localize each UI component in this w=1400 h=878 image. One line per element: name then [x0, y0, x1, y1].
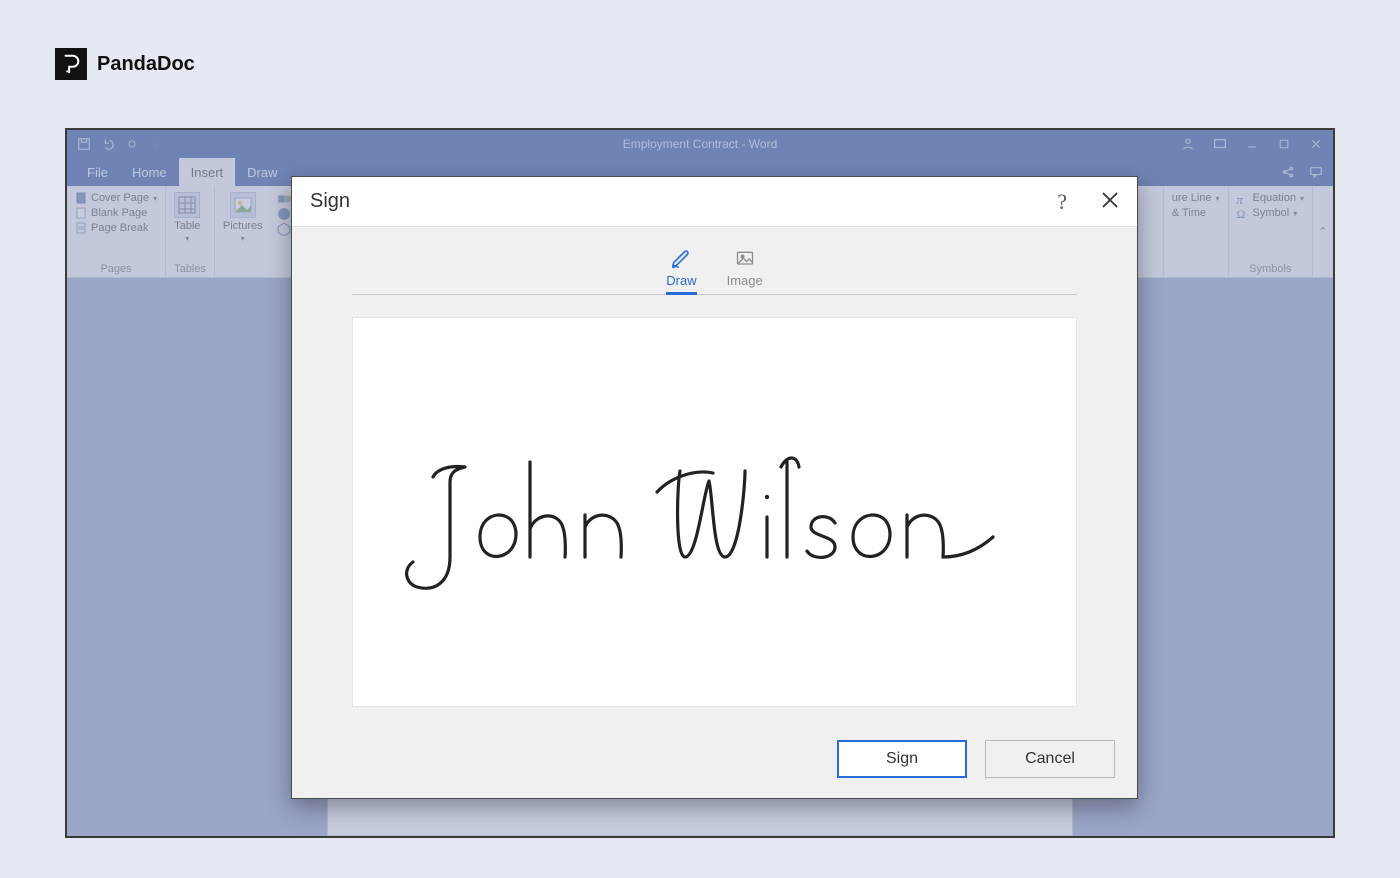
close-icon[interactable]: [1101, 191, 1119, 213]
minimize-icon[interactable]: [1245, 137, 1259, 151]
symbols-group-label: Symbols: [1237, 261, 1304, 275]
pi-icon: π: [1237, 192, 1249, 204]
dialog-footer: Sign Cancel: [292, 722, 1137, 798]
tab-image[interactable]: Image: [727, 249, 763, 294]
page-break-icon: [75, 222, 87, 234]
signature-canvas[interactable]: [352, 317, 1077, 707]
tab-draw-label: Draw: [666, 273, 696, 288]
cover-page-label: Cover Page: [91, 192, 149, 204]
close-window-icon[interactable]: [1309, 137, 1323, 151]
help-icon[interactable]: ?: [1057, 191, 1067, 213]
cover-page-icon: [75, 192, 87, 204]
signature-line-button[interactable]: ure Line ▾: [1172, 192, 1220, 204]
icons-icon[interactable]: [277, 207, 289, 219]
shapes-icon[interactable]: [277, 192, 289, 204]
table-button[interactable]: Table ▾: [174, 190, 200, 243]
tables-group-label: Tables: [174, 261, 206, 275]
pandadoc-logo-text: PandaDoc: [97, 53, 195, 76]
dialog-titlebar: Sign ?: [292, 177, 1137, 227]
pictures-icon: [230, 192, 256, 218]
ribbon-group-pages: Cover Page▾ Blank Page Page Break Pages: [67, 186, 166, 277]
blank-page-icon: [75, 207, 87, 219]
pictures-label: Pictures: [223, 220, 263, 232]
image-icon: [734, 249, 756, 269]
signature-mode-tabs: Draw Image: [352, 249, 1077, 295]
tab-draw[interactable]: Draw: [235, 158, 289, 186]
ribbon-group-symbols: πEquation ▾ ΩSymbol ▾ Symbols: [1229, 186, 1313, 277]
pandadoc-logo-icon: [55, 48, 87, 80]
models-icon[interactable]: [277, 222, 289, 234]
pages-group-label: Pages: [75, 261, 157, 275]
tab-home[interactable]: Home: [120, 158, 179, 186]
pen-icon: [670, 249, 692, 269]
qat-customize-icon[interactable]: ▾: [149, 137, 163, 151]
equation-button[interactable]: πEquation ▾: [1237, 192, 1304, 204]
symbol-label: Symbol: [1253, 207, 1290, 219]
equation-label: Equation: [1253, 192, 1296, 204]
document-title: Employment Contract - Word: [623, 137, 778, 151]
redo-icon[interactable]: [125, 137, 139, 151]
collapse-ribbon-icon[interactable]: ⌃: [1313, 186, 1333, 277]
tab-insert[interactable]: Insert: [179, 158, 236, 186]
page-break-button[interactable]: Page Break: [75, 222, 157, 234]
table-icon: [174, 192, 200, 218]
ribbon-group-illustrations: Pictures ▾: [215, 186, 298, 277]
undo-icon[interactable]: [101, 137, 115, 151]
share-icon[interactable]: [1281, 165, 1295, 179]
ribbon-group-text-partial: ure Line ▾ & Time: [1164, 186, 1229, 277]
date-time-button[interactable]: & Time: [1172, 207, 1220, 219]
pictures-button[interactable]: Pictures ▾: [223, 190, 263, 243]
sign-dialog: Sign ? Draw: [291, 176, 1138, 799]
account-icon[interactable]: [1181, 137, 1195, 151]
maximize-icon[interactable]: [1277, 137, 1291, 151]
ribbon-group-tables: Table ▾ Tables: [166, 186, 215, 277]
signature-line-label: ure Line: [1172, 192, 1212, 204]
tab-draw[interactable]: Draw: [666, 249, 696, 294]
pandadoc-logo: PandaDoc: [55, 48, 195, 80]
cancel-button[interactable]: Cancel: [985, 740, 1115, 778]
signature-drawing: [395, 407, 1035, 617]
quick-access-toolbar: ▾ Employment Contract - Word: [67, 130, 1333, 158]
ribbon-display-icon[interactable]: [1213, 137, 1227, 151]
dialog-title: Sign: [310, 190, 350, 213]
symbol-button[interactable]: ΩSymbol ▾: [1237, 207, 1304, 219]
table-label: Table: [174, 220, 200, 232]
cover-page-button[interactable]: Cover Page▾: [75, 192, 157, 204]
comments-icon[interactable]: [1309, 165, 1323, 179]
tab-image-label: Image: [727, 273, 763, 288]
word-window: ▾ Employment Contract - Word File Home I…: [65, 128, 1335, 838]
page-break-label: Page Break: [91, 222, 148, 234]
date-time-label: & Time: [1172, 207, 1206, 219]
tab-file[interactable]: File: [75, 158, 120, 186]
sign-button[interactable]: Sign: [837, 740, 967, 778]
blank-page-label: Blank Page: [91, 207, 147, 219]
omega-icon: Ω: [1237, 207, 1249, 219]
blank-page-button[interactable]: Blank Page: [75, 207, 157, 219]
save-icon[interactable]: [77, 137, 91, 151]
